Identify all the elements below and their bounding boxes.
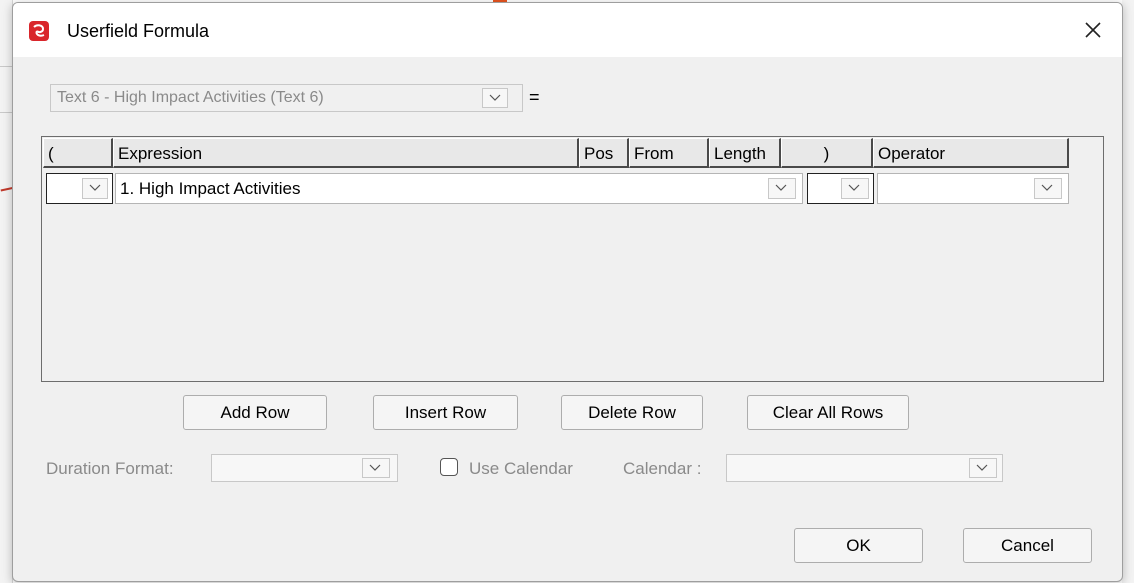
- expression-select[interactable]: 1. High Impact Activities: [115, 173, 803, 204]
- close-paren-dropdown-button[interactable]: [841, 178, 869, 199]
- duration-format-select[interactable]: [211, 454, 398, 482]
- chevron-down-icon: [775, 184, 787, 191]
- app-logo-icon: [29, 21, 49, 41]
- dialog-title: Userfield Formula: [67, 21, 210, 41]
- target-field-value: Text 6 - High Impact Activities (Text 6): [57, 89, 324, 106]
- delete-row-button[interactable]: Delete Row: [561, 395, 703, 430]
- operator-select[interactable]: [877, 173, 1069, 204]
- expression-value: 1. High Impact Activities: [120, 179, 301, 198]
- chevron-down-icon: [89, 184, 101, 191]
- use-calendar-checkbox[interactable]: [440, 458, 458, 476]
- equals-sign: =: [529, 87, 540, 107]
- cancel-button[interactable]: Cancel: [963, 528, 1092, 563]
- chevron-down-icon: [489, 94, 501, 101]
- column-header-pos: Pos: [579, 138, 629, 168]
- use-calendar-label: Use Calendar: [469, 459, 573, 478]
- close-button[interactable]: [1073, 13, 1113, 47]
- column-header-length: Length: [709, 138, 781, 168]
- close-icon: [1085, 22, 1101, 38]
- formula-grid[interactable]: ( Expression Pos From Length ) Operator …: [41, 136, 1104, 382]
- chevron-down-icon: [1041, 184, 1053, 191]
- column-header-close-paren: ): [781, 138, 873, 168]
- insert-row-button[interactable]: Insert Row: [373, 395, 518, 430]
- clear-all-rows-button[interactable]: Clear All Rows: [747, 395, 909, 430]
- column-header-expression: Expression: [113, 138, 579, 168]
- column-header-operator: Operator: [873, 138, 1069, 168]
- close-paren-select[interactable]: [807, 173, 874, 204]
- chevron-down-icon: [369, 464, 381, 471]
- open-paren-dropdown-button[interactable]: [82, 178, 108, 199]
- userfield-formula-dialog: Userfield Formula Text 6 - High Impact A…: [12, 2, 1123, 582]
- chevron-down-icon: [848, 184, 860, 191]
- background-app-right-edge: [1122, 0, 1134, 583]
- add-row-button[interactable]: Add Row: [183, 395, 327, 430]
- calendar-label: Calendar :: [623, 459, 702, 478]
- target-field-select[interactable]: Text 6 - High Impact Activities (Text 6): [50, 84, 523, 112]
- column-header-from: From: [629, 138, 709, 168]
- open-paren-select[interactable]: [46, 173, 113, 204]
- chevron-down-icon: [976, 464, 988, 471]
- operator-dropdown-button[interactable]: [1034, 178, 1062, 199]
- target-field-dropdown-button[interactable]: [482, 88, 508, 108]
- duration-format-dropdown-button[interactable]: [362, 458, 390, 478]
- calendar-dropdown-button[interactable]: [969, 458, 997, 478]
- title-bar: Userfield Formula: [13, 3, 1122, 57]
- duration-format-label: Duration Format:: [46, 459, 174, 478]
- ok-button[interactable]: OK: [794, 528, 923, 563]
- column-header-open-paren: (: [43, 138, 113, 168]
- expression-dropdown-button[interactable]: [768, 178, 796, 199]
- calendar-select[interactable]: [726, 454, 1003, 482]
